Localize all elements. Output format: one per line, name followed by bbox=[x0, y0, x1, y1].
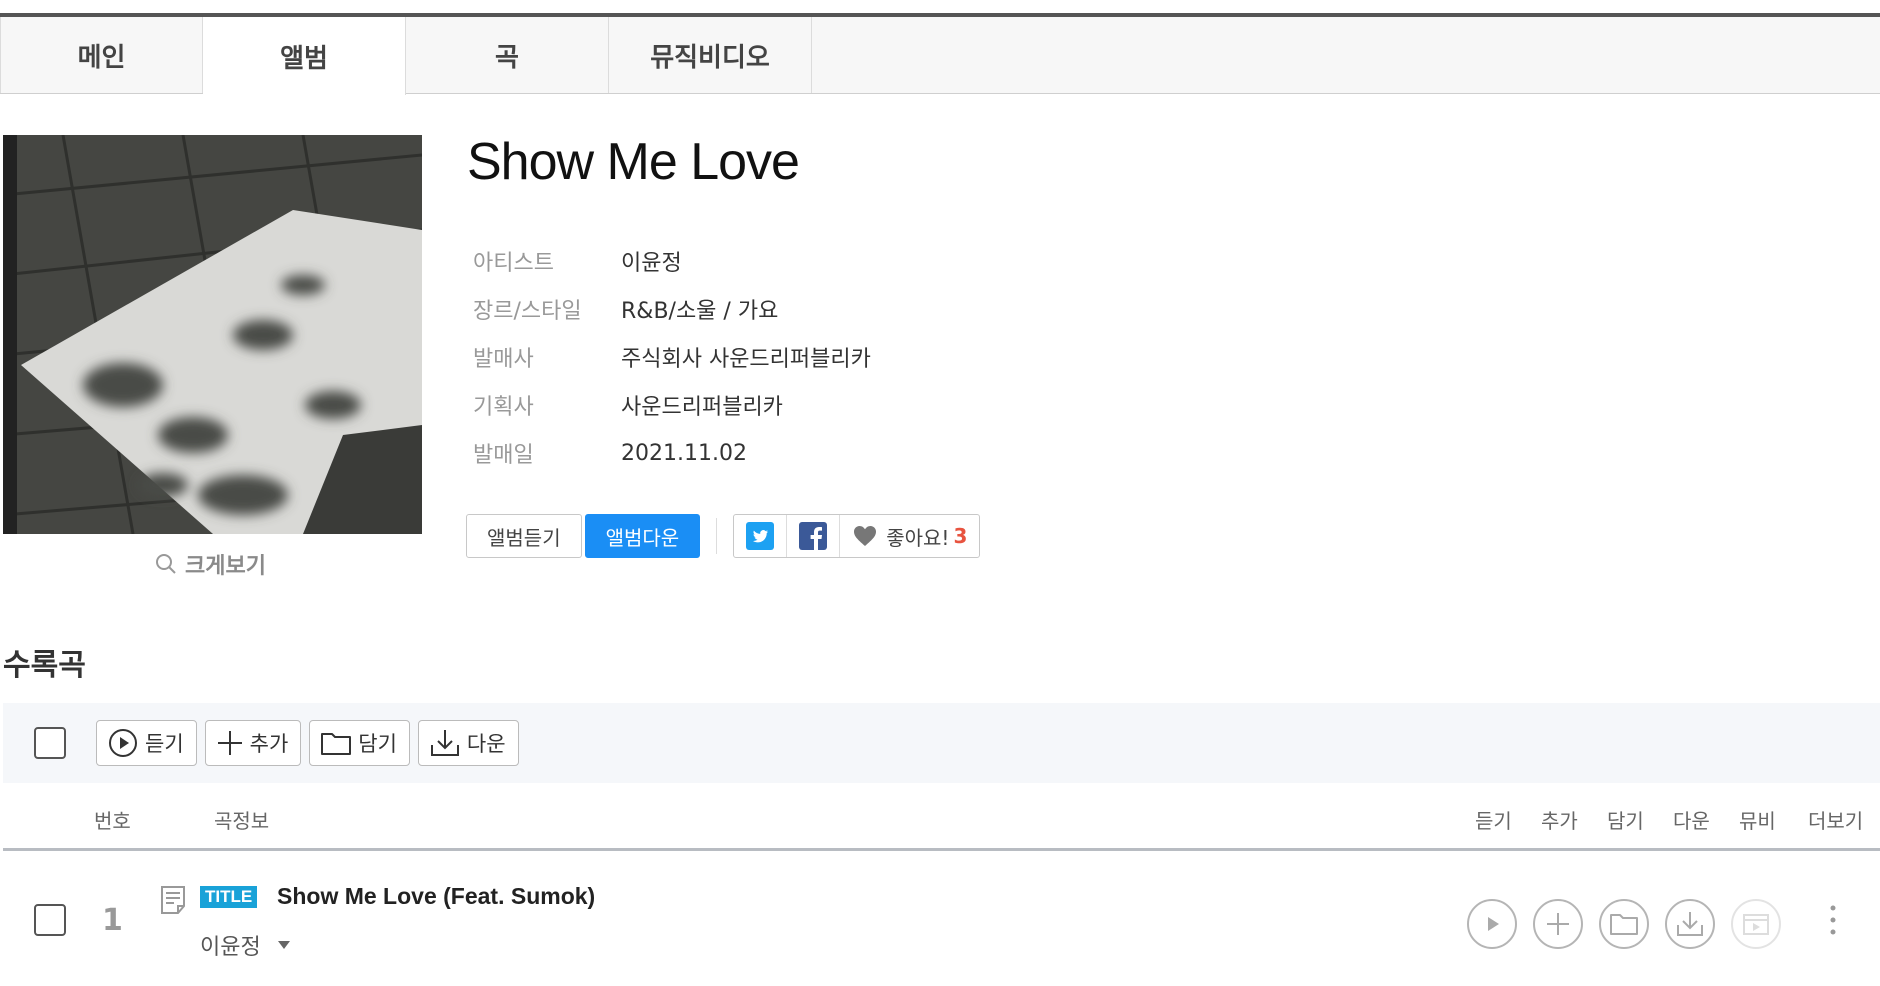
meta-key: 장르/스타일 bbox=[473, 299, 582, 324]
album-title: Show Me Love bbox=[467, 133, 800, 191]
col-save: 담기 bbox=[1607, 809, 1644, 833]
meta-key: 아티스트 bbox=[473, 251, 554, 276]
folder-icon bbox=[1610, 914, 1638, 935]
save-label: 담기 bbox=[358, 732, 397, 756]
divider bbox=[716, 518, 718, 554]
zoom-label: 크게보기 bbox=[185, 554, 266, 579]
meta-value: 사운드리퍼블리카 bbox=[621, 395, 783, 420]
lyrics-icon bbox=[161, 886, 185, 914]
track-download-button[interactable] bbox=[1665, 899, 1715, 949]
plus-icon bbox=[217, 731, 242, 755]
twitter-icon bbox=[746, 522, 775, 550]
add-selected-button[interactable]: 추가 bbox=[204, 720, 302, 766]
download-selected-button[interactable]: 다운 bbox=[417, 720, 519, 766]
meta-key: 기획사 bbox=[473, 395, 534, 420]
folder-icon bbox=[321, 733, 352, 755]
play-selected-button[interactable]: 듣기 bbox=[96, 720, 197, 766]
track-row: 1 TITLE Show Me Love (Feat. Sumok) 이윤정 bbox=[3, 851, 1880, 986]
album-meta: 아티스트 이윤정 장르/스타일 R&B/소울 / 가요 발매사 주식회사 사운드… bbox=[473, 237, 871, 477]
meta-value: R&B/소울 / 가요 bbox=[621, 299, 779, 324]
tracklist-toolbar: 듣기 추가 담기 다운 bbox=[3, 703, 1880, 783]
meta-value: 2021.11.02 bbox=[621, 440, 747, 466]
col-mv: 뮤비 bbox=[1739, 809, 1776, 833]
col-more: 더보기 bbox=[1808, 809, 1864, 833]
tab-music-video[interactable]: 뮤직비디오 bbox=[609, 17, 812, 93]
save-selected-button[interactable]: 담기 bbox=[309, 720, 410, 766]
play-circle-icon bbox=[109, 729, 137, 757]
download-icon bbox=[1677, 912, 1703, 936]
album-action-bar: 앨범듣기 앨범다운 좋아요! 3 bbox=[466, 514, 981, 558]
meta-key: 발매일 bbox=[473, 443, 534, 468]
tab-main[interactable]: 메인 bbox=[0, 17, 203, 93]
album-download-button[interactable]: 앨범다운 bbox=[584, 514, 701, 558]
like-button[interactable]: 좋아요! 3 bbox=[840, 515, 979, 557]
tracklist-title: 수록곡 bbox=[3, 648, 86, 683]
artist-link[interactable]: 이윤정 bbox=[621, 245, 682, 277]
meta-row-genre: 장르/스타일 R&B/소울 / 가요 bbox=[473, 285, 871, 333]
like-count: 3 bbox=[953, 524, 968, 548]
zoom-view-link[interactable]: 크게보기 bbox=[155, 548, 266, 580]
tracklist-column-header: 번호 곡정보 듣기 추가 담기 다운 뮤비 더보기 bbox=[3, 790, 1880, 851]
col-download: 다운 bbox=[1673, 809, 1710, 833]
meta-row-publisher: 발매사 주식회사 사운드리퍼블리카 bbox=[473, 333, 871, 381]
facebook-icon bbox=[799, 522, 828, 550]
tab-bar: 메인 앨범 곡 뮤직비디오 bbox=[0, 17, 1880, 95]
song-title-link[interactable]: Show Me Love (Feat. Sumok) bbox=[277, 883, 595, 910]
album-cover-image[interactable] bbox=[3, 135, 422, 534]
tab-album[interactable]: 앨범 bbox=[203, 17, 406, 95]
more-options-button[interactable] bbox=[1829, 903, 1837, 941]
track-save-button[interactable] bbox=[1599, 899, 1649, 949]
artist-name: 이윤정 bbox=[200, 935, 261, 960]
play-label: 듣기 bbox=[145, 732, 184, 756]
select-all-checkbox[interactable] bbox=[34, 727, 66, 759]
track-mv-button[interactable] bbox=[1731, 899, 1781, 949]
meta-key: 발매사 bbox=[473, 347, 534, 372]
play-icon bbox=[1488, 917, 1499, 931]
tab-song[interactable]: 곡 bbox=[406, 17, 609, 93]
lyrics-button[interactable] bbox=[159, 885, 187, 919]
plus-icon bbox=[1547, 913, 1569, 935]
track-add-button[interactable] bbox=[1533, 899, 1583, 949]
song-artist[interactable]: 이윤정 bbox=[200, 929, 291, 961]
track-number: 1 bbox=[102, 903, 123, 938]
caret-down-icon bbox=[277, 941, 290, 949]
twitter-share-button[interactable] bbox=[734, 515, 788, 557]
album-listen-button[interactable]: 앨범듣기 bbox=[466, 514, 582, 558]
col-number: 번호 bbox=[94, 809, 131, 833]
download-icon bbox=[430, 730, 459, 756]
social-share-group: 좋아요! 3 bbox=[733, 514, 981, 558]
track-checkbox[interactable] bbox=[34, 904, 66, 936]
more-vertical-icon bbox=[1830, 905, 1836, 935]
meta-row-release-date: 발매일 2021.11.02 bbox=[473, 429, 871, 477]
title-badge: TITLE bbox=[200, 886, 258, 908]
facebook-share-button[interactable] bbox=[787, 515, 841, 557]
meta-value: 주식회사 사운드리퍼블리카 bbox=[621, 347, 871, 372]
track-play-button[interactable] bbox=[1467, 899, 1517, 949]
meta-row-agency: 기획사 사운드리퍼블리카 bbox=[473, 381, 871, 429]
music-video-icon bbox=[1743, 914, 1769, 935]
download-label: 다운 bbox=[466, 732, 506, 756]
col-info: 곡정보 bbox=[214, 809, 270, 833]
magnifier-icon bbox=[156, 554, 176, 574]
heart-icon bbox=[854, 526, 877, 546]
col-add: 추가 bbox=[1541, 809, 1578, 833]
like-label: 좋아요! bbox=[886, 525, 950, 550]
col-play: 듣기 bbox=[1475, 809, 1512, 833]
add-label: 추가 bbox=[249, 732, 289, 756]
meta-row-artist: 아티스트 이윤정 bbox=[473, 237, 871, 285]
